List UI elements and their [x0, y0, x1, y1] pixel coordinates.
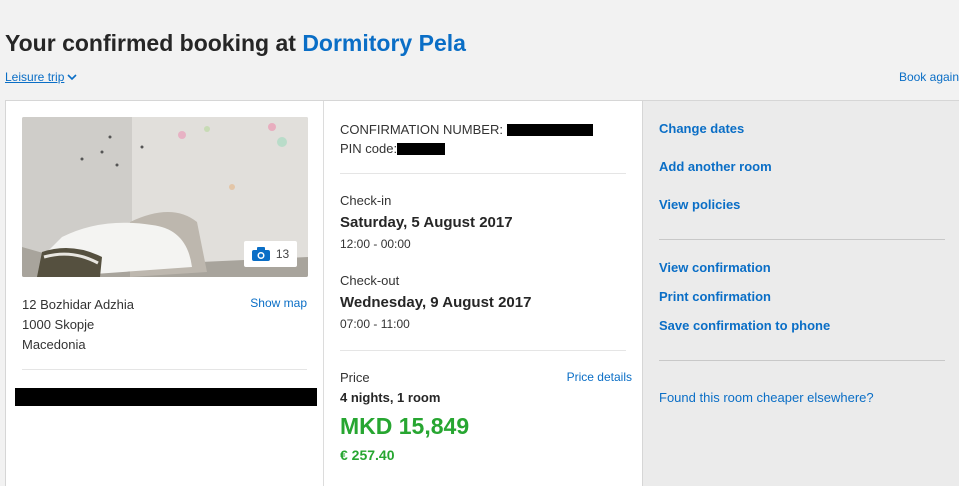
- price-eur: € 257.40: [340, 447, 395, 463]
- divider: [659, 360, 945, 361]
- price-local-currency: MKD 15,849: [340, 413, 470, 439]
- checkout-time: 07:00 - 11:00: [340, 317, 410, 331]
- camera-icon: [251, 247, 270, 261]
- book-again-link[interactable]: Book again: [899, 70, 959, 84]
- booking-details-column: CONFIRMATION NUMBER: PIN code: Check-in …: [324, 101, 642, 486]
- page-title: Your confirmed booking at Dormitory Pela: [5, 30, 466, 57]
- checkin-date: Saturday, 5 August 2017: [340, 214, 513, 231]
- property-column: 13 12 Bozhidar Adzhia 1000 Skopje Macedo…: [6, 101, 324, 486]
- photo-count: 13: [275, 247, 290, 261]
- divider: [340, 350, 626, 351]
- title-prefix: Your confirmed booking at: [5, 30, 303, 56]
- checkin-label: Check-in: [340, 193, 392, 208]
- view-confirmation-link[interactable]: View confirmation: [659, 260, 771, 275]
- print-confirmation-link[interactable]: Print confirmation: [659, 289, 771, 304]
- actions-sidebar: Change dates Add another room View polic…: [642, 101, 959, 486]
- show-map-link[interactable]: Show map: [250, 296, 307, 310]
- change-dates-link[interactable]: Change dates: [659, 121, 744, 136]
- property-address: 12 Bozhidar Adzhia 1000 Skopje Macedonia: [22, 295, 134, 355]
- view-policies-link[interactable]: View policies: [659, 197, 740, 212]
- redacted-confirmation-number: [506, 124, 593, 136]
- checkout-date: Wednesday, 9 August 2017: [340, 294, 532, 311]
- checkin-time: 12:00 - 00:00: [340, 237, 411, 251]
- chevron-down-icon: [67, 74, 77, 81]
- trip-type-dropdown[interactable]: Leisure trip: [5, 70, 77, 84]
- property-photo[interactable]: 13: [22, 117, 308, 277]
- redacted-pin-code: [397, 143, 446, 155]
- add-room-link[interactable]: Add another room: [659, 159, 772, 174]
- divider: [22, 369, 307, 370]
- pin-code-label: PIN code:: [340, 141, 398, 156]
- found-cheaper-link[interactable]: Found this room cheaper elsewhere?: [659, 390, 874, 405]
- stay-summary: 4 nights, 1 room: [340, 390, 441, 405]
- booking-card: 13 12 Bozhidar Adzhia 1000 Skopje Macedo…: [5, 100, 959, 486]
- divider: [340, 173, 626, 174]
- price-label: Price: [340, 370, 370, 385]
- address-city: 1000 Skopje: [22, 317, 95, 332]
- price-details-link[interactable]: Price details: [567, 370, 632, 384]
- confirmation-number-label: CONFIRMATION NUMBER:: [340, 122, 507, 137]
- hotel-name-link[interactable]: Dormitory Pela: [302, 30, 466, 56]
- save-to-phone-link[interactable]: Save confirmation to phone: [659, 318, 830, 333]
- address-street: 12 Bozhidar Adzhia: [22, 297, 135, 312]
- photo-count-badge[interactable]: 13: [244, 241, 297, 267]
- confirmation-block: CONFIRMATION NUMBER: PIN code:: [340, 120, 593, 158]
- trip-type-label: Leisure trip: [5, 70, 65, 84]
- divider: [659, 239, 945, 240]
- checkout-label: Check-out: [340, 273, 400, 288]
- address-country: Macedonia: [22, 337, 86, 352]
- redacted-block: [15, 388, 317, 406]
